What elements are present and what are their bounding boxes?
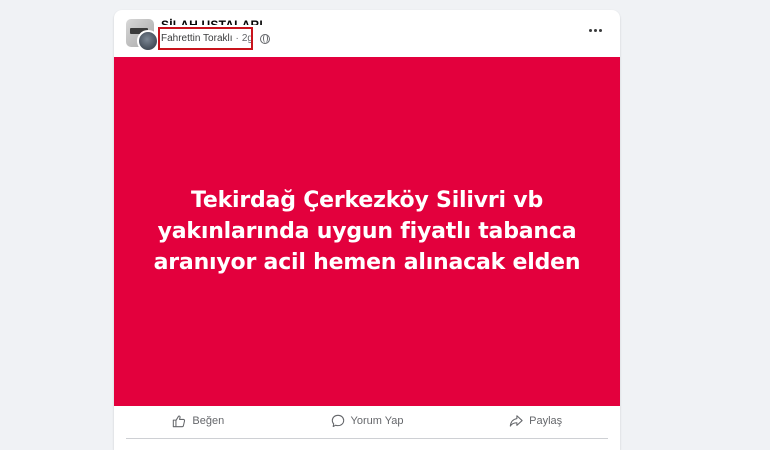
globe-icon[interactable] [259,33,270,44]
post-banner: Tekirdağ Çerkezköy Silivri vb yakınların… [114,57,620,406]
comment-label: Yorum Yap [350,415,404,427]
share-button[interactable]: Paylaş [451,408,620,434]
banner-text: Tekirdağ Çerkezköy Silivri vb yakınların… [153,188,581,275]
highlight-annotation-box [158,27,253,50]
user-avatar[interactable] [137,30,159,52]
thumbs-up-icon [173,415,186,428]
post-card: SİLAH USTALARI Fahrettin Toraklı · 2g Te… [114,10,620,450]
speech-bubble-icon [331,414,344,428]
comment-button[interactable]: Yorum Yap [283,408,452,434]
like-label: Beğen [192,415,225,427]
more-options-button[interactable] [584,22,606,38]
more-dots-icon [588,28,592,32]
share-label: Paylaş [529,415,563,427]
share-arrow-icon [509,415,523,427]
group-name[interactable]: SİLAH USTALARI [161,16,263,25]
like-button[interactable]: Beğen [114,408,283,434]
post-actions: Beğen Yorum Yap Paylaş [114,408,620,434]
